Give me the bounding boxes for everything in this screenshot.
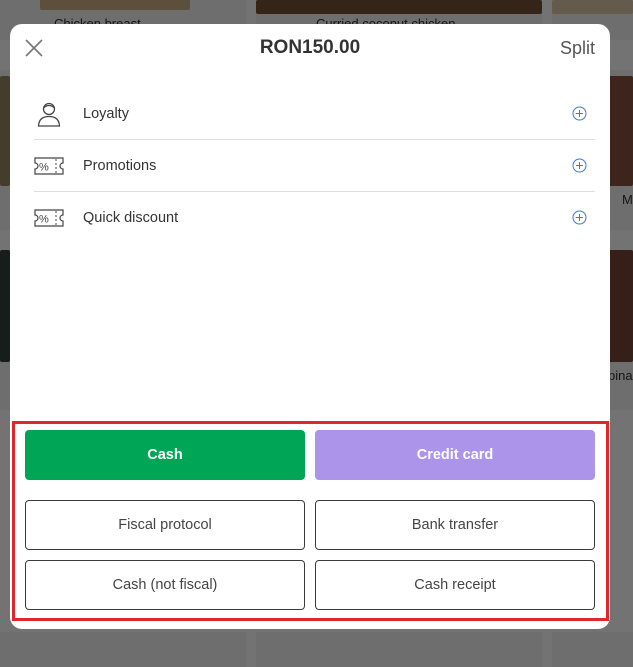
svg-text:%: % <box>39 214 49 226</box>
split-button[interactable]: Split <box>560 38 595 59</box>
option-promotions[interactable]: % Promotions <box>34 140 595 192</box>
credit-card-button[interactable]: Credit card <box>315 430 595 480</box>
svg-text:%: % <box>39 161 49 173</box>
plus-circle-icon[interactable] <box>572 158 587 173</box>
discount-options-list: Loyalty % Promotions % Quick discount <box>34 88 595 244</box>
percent-ticket-icon: % <box>34 153 64 179</box>
cash-receipt-button[interactable]: Cash receipt <box>315 560 595 610</box>
payment-methods-panel: Cash Credit card Fiscal protocol Bank tr… <box>12 421 609 621</box>
option-label: Quick discount <box>83 210 179 226</box>
plus-circle-icon[interactable] <box>572 210 587 225</box>
option-quick-discount[interactable]: % Quick discount <box>34 192 595 244</box>
percent-ticket-icon: % <box>34 205 64 231</box>
plus-circle-icon[interactable] <box>572 106 587 121</box>
option-label: Loyalty <box>83 105 129 122</box>
option-label: Promotions <box>83 157 157 174</box>
payment-modal: RON150.00 Split Loyalty % Promotions % Q… <box>10 24 610 629</box>
order-total: RON150.00 <box>259 37 361 58</box>
option-loyalty[interactable]: Loyalty <box>34 88 595 140</box>
cash-button[interactable]: Cash <box>25 430 305 480</box>
fiscal-protocol-button[interactable]: Fiscal protocol <box>25 500 305 550</box>
bank-transfer-button[interactable]: Bank transfer <box>315 500 595 550</box>
cash-not-fiscal-button[interactable]: Cash (not fiscal) <box>25 560 305 610</box>
user-icon <box>34 101 64 127</box>
